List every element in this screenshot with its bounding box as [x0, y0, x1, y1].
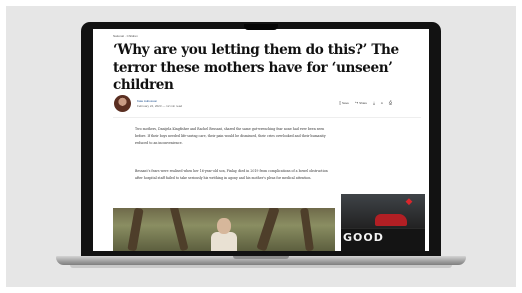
share-button[interactable]: ↪ Share: [355, 100, 367, 105]
save-label: Save: [342, 101, 349, 105]
print-icon[interactable]: ⎙: [389, 100, 392, 105]
car-image: [375, 214, 407, 226]
camera-notch: [244, 24, 278, 30]
article-actions: ▯ Save ↪ Share ⤓ A ⎙: [339, 100, 392, 105]
laptop-base-shadow: [70, 265, 452, 268]
advertisement[interactable]: ◆ GOOD: [341, 194, 425, 251]
breadcrumb[interactable]: National · Children: [113, 34, 138, 38]
author-avatar[interactable]: [114, 95, 131, 112]
article-paragraph: Two mothers, Danijela Kingfisher and Rac…: [135, 127, 326, 146]
publish-date: February 24, 2023 — 12 min read: [137, 104, 183, 108]
child-figure-face: [217, 218, 231, 234]
author-name[interactable]: Kate Aubusson: [137, 99, 157, 103]
tree-trunk: [256, 208, 280, 251]
mitsubishi-logo-icon: ◆: [405, 196, 413, 206]
tree-trunk: [127, 208, 144, 251]
laptop-screen: National · Children ‘Why are you letting…: [93, 29, 429, 251]
tree-trunk: [300, 208, 314, 251]
article-photo: [113, 208, 335, 251]
text-size-button[interactable]: A: [381, 101, 383, 105]
share-icon: ↪: [354, 100, 359, 105]
child-figure-body: [211, 232, 237, 251]
article-paragraph: Bessant’s fears were realised when her 1…: [135, 169, 328, 181]
ad-text: GOOD: [343, 231, 384, 244]
tree-trunk: [169, 208, 189, 251]
lid-opening-notch: [233, 256, 289, 259]
bookmark-icon: ▯: [339, 100, 342, 105]
article-headline: ‘Why are you letting them do this?’ The …: [113, 42, 399, 93]
download-icon[interactable]: ⤓: [373, 100, 375, 105]
share-label: Share: [359, 101, 368, 105]
divider: [113, 117, 421, 118]
save-button[interactable]: ▯ Save: [339, 100, 349, 105]
